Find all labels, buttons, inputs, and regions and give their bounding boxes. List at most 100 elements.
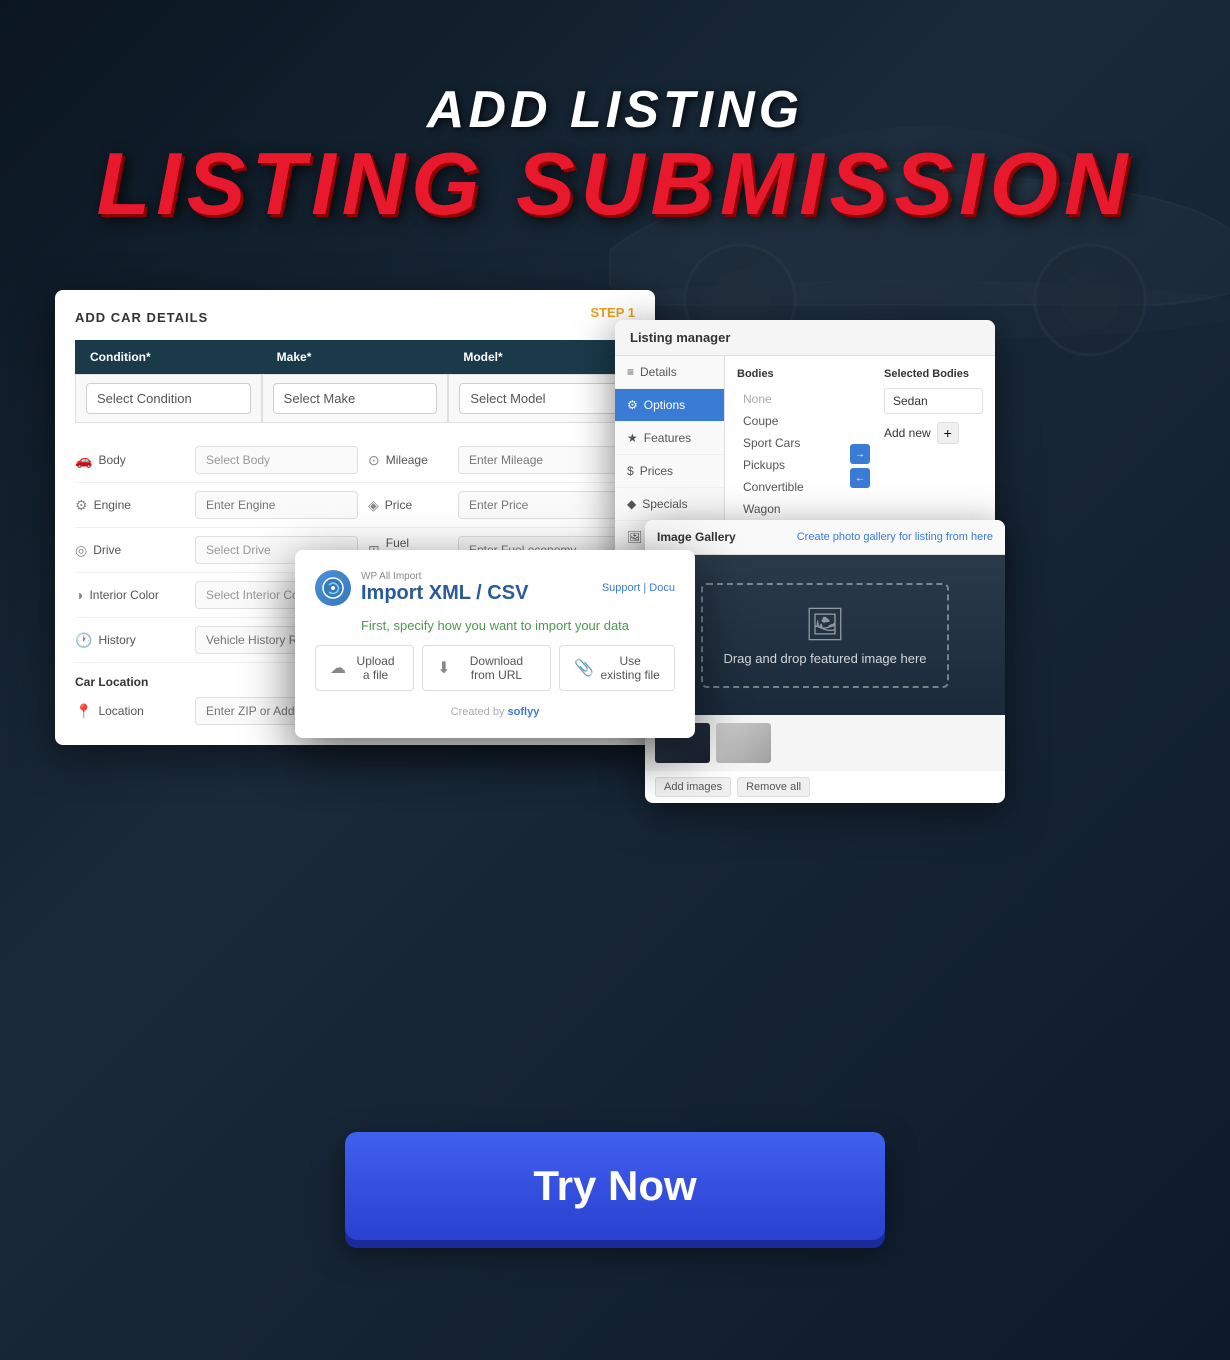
drop-text: Drag and drop featured image here xyxy=(723,651,926,666)
mileage-label: ⊙ Mileage xyxy=(368,452,448,469)
add-listing-title: ADD LISTING xyxy=(0,80,1230,140)
make-col: Make* Select Make xyxy=(262,340,449,423)
download-url-button[interactable]: ⬇ Download from URL xyxy=(422,645,551,691)
engine-input[interactable] xyxy=(195,491,358,519)
download-icon: ⬇ xyxy=(437,658,450,678)
make-body: Select Make xyxy=(262,374,449,423)
file-icon: 📎 xyxy=(574,658,594,678)
add-images-button[interactable]: Add images xyxy=(655,777,731,797)
bodies-col-title: Bodies xyxy=(737,368,836,380)
location-icon: 📍 xyxy=(75,703,92,720)
drive-label: ◎ Drive xyxy=(75,542,185,559)
specials-icon: ◆ xyxy=(627,497,636,511)
price-icon: ◈ xyxy=(368,497,379,514)
import-footer: Created by soflyy xyxy=(315,706,675,718)
sidebar-item-options[interactable]: ⚙ Options xyxy=(615,389,724,422)
engine-label: ⚙ Engine xyxy=(75,497,185,514)
image-gallery-link[interactable]: Create photo gallery for listing from he… xyxy=(797,531,993,543)
options-icon: ⚙ xyxy=(627,398,638,412)
use-existing-button[interactable]: 📎 Use existing file xyxy=(559,645,675,691)
add-new-label: Add new xyxy=(884,426,931,440)
body-item-sport[interactable]: Sport Cars xyxy=(737,432,836,454)
model-col: Model* Select Model xyxy=(448,340,635,423)
header-section: ADD LISTING LISTING SUBMISSION xyxy=(0,80,1230,228)
image-gallery-title: Image Gallery xyxy=(657,530,736,544)
condition-col: Condition* Select Condition xyxy=(75,340,262,423)
price-label: ◈ Price xyxy=(368,497,448,514)
selected-bodies-title: Selected Bodies xyxy=(884,368,983,380)
history-label: 🕐 History xyxy=(75,632,185,649)
top-form-row: Condition* Select Condition Make* Select… xyxy=(75,340,635,423)
upload-icon: ☁ xyxy=(330,658,346,678)
image-thumbnails xyxy=(645,715,1005,771)
sidebar-item-prices[interactable]: $ Prices xyxy=(615,455,724,488)
image-gallery-header: Image Gallery Create photo gallery for l… xyxy=(645,520,1005,555)
condition-body: Select Condition xyxy=(75,374,262,423)
drive-icon: ◎ xyxy=(75,542,87,559)
add-new-button[interactable]: + xyxy=(937,422,959,444)
transfer-right-btn[interactable]: → xyxy=(850,444,870,464)
import-header: WP All Import Import XML / CSV Support |… xyxy=(315,570,675,606)
import-title: Import XML / CSV xyxy=(361,582,528,605)
body-item-convertible[interactable]: Convertible xyxy=(737,476,836,498)
body-item-wagon[interactable]: Wagon xyxy=(737,498,836,520)
thumbnail-2[interactable] xyxy=(716,723,771,763)
body-select[interactable]: Select Body xyxy=(195,446,358,474)
mileage-icon: ⊙ xyxy=(368,452,380,469)
condition-header: Condition* xyxy=(75,340,262,374)
import-subtitle: First, specify how you want to import yo… xyxy=(315,618,675,633)
created-by-text: Created by xyxy=(451,706,505,718)
selected-body-sedan: Sedan xyxy=(884,388,983,414)
body-label: 🚗 Body xyxy=(75,452,185,469)
model-body: Select Model xyxy=(448,374,635,423)
history-icon: 🕐 xyxy=(75,632,92,649)
image-placeholder-icon: 🖼 xyxy=(805,605,846,643)
body-item-none[interactable]: None xyxy=(737,388,836,410)
dropzone-border: 🖼 Drag and drop featured image here xyxy=(701,583,948,688)
image-gallery-card: Image Gallery Create photo gallery for l… xyxy=(645,520,1005,803)
image-gallery-dropzone[interactable]: 🖼 Drag and drop featured image here xyxy=(645,555,1005,715)
features-icon: ★ xyxy=(627,431,638,445)
download-url-label: Download from URL xyxy=(457,654,537,682)
upload-file-label: Upload a file xyxy=(352,654,399,682)
make-select[interactable]: Select Make xyxy=(273,383,438,414)
upload-file-button[interactable]: ☁ Upload a file xyxy=(315,645,414,691)
listing-submission-title: LISTING SUBMISSION xyxy=(0,140,1230,228)
listing-manager-header: Listing manager xyxy=(615,320,995,356)
image-gallery-actions: Add images Remove all xyxy=(645,771,1005,803)
step-label: STEP 1 xyxy=(590,305,635,320)
try-now-section: Try Now xyxy=(0,1132,1230,1240)
add-new-row: Add new + xyxy=(884,422,983,444)
model-header: Model* xyxy=(448,340,635,374)
body-mileage-row: 🚗 Body Select Body ⊙ Mileage xyxy=(75,438,635,483)
details-icon: ≡ xyxy=(627,365,634,379)
remove-all-button[interactable]: Remove all xyxy=(737,777,810,797)
model-select[interactable]: Select Model xyxy=(459,383,624,414)
import-support-link[interactable]: Support | Docu xyxy=(602,582,675,594)
body-item-pickups[interactable]: Pickups xyxy=(737,454,836,476)
sidebar-item-details[interactable]: ≡ Details xyxy=(615,356,724,389)
sidebar-item-features[interactable]: ★ Features xyxy=(615,422,724,455)
mileage-input[interactable] xyxy=(458,446,635,474)
body-icon: 🚗 xyxy=(75,452,92,469)
add-car-title: ADD CAR DETAILS xyxy=(75,310,635,325)
prices-icon: $ xyxy=(627,464,634,478)
make-header: Make* xyxy=(262,340,449,374)
import-title-block: WP All Import Import XML / CSV xyxy=(361,571,528,605)
import-logo xyxy=(315,570,351,606)
import-badge: WP All Import xyxy=(361,571,528,582)
condition-select[interactable]: Select Condition xyxy=(86,383,251,414)
try-now-button[interactable]: Try Now xyxy=(345,1132,885,1240)
transfer-left-btn[interactable]: ← xyxy=(850,468,870,488)
interior-icon: ◑ xyxy=(75,587,83,603)
soflyy-brand: soflyy xyxy=(508,706,540,718)
price-input[interactable] xyxy=(458,491,635,519)
engine-price-row: ⚙ Engine ◈ Price xyxy=(75,483,635,528)
location-label: 📍 Location xyxy=(75,703,185,720)
body-item-coupe[interactable]: Coupe xyxy=(737,410,836,432)
main-content: STEP 1 ADD CAR DETAILS Condition* Select… xyxy=(55,290,1175,745)
engine-icon: ⚙ xyxy=(75,497,88,514)
sidebar-item-specials[interactable]: ◆ Specials xyxy=(615,488,724,521)
interior-label: ◑ Interior Color xyxy=(75,587,185,603)
images-icon: 🖼 xyxy=(627,530,642,544)
